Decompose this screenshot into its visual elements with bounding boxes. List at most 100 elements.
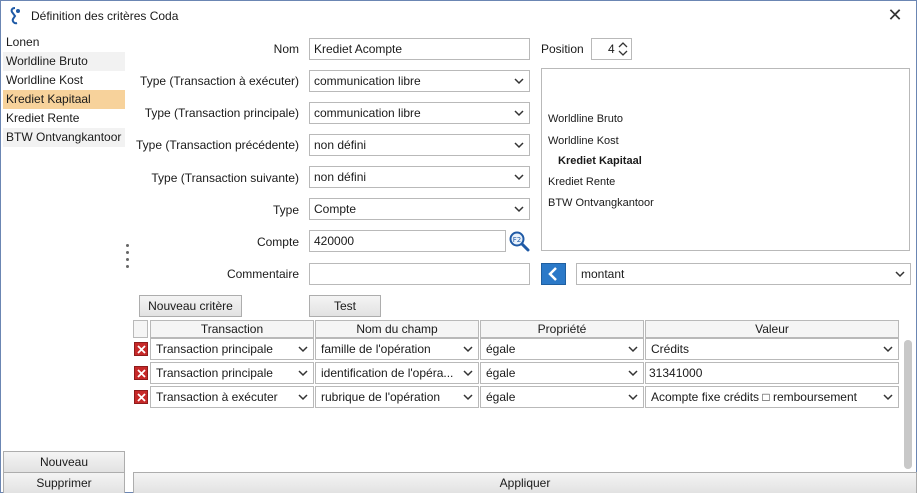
- delete-icon: [137, 369, 146, 378]
- close-button[interactable]: ✕: [884, 5, 906, 27]
- montant-select[interactable]: montant: [576, 263, 911, 285]
- delete-row-button[interactable]: [134, 342, 148, 356]
- chevron-down-icon: [628, 370, 638, 377]
- preview-item: Worldline Kost: [548, 135, 619, 147]
- grid-header-blank: [133, 320, 148, 338]
- preview-item: Worldline Bruto: [548, 113, 623, 125]
- row-valeur-select[interactable]: Crédits: [645, 338, 899, 360]
- apply-button[interactable]: Appliquer: [133, 472, 917, 493]
- new-button[interactable]: Nouveau: [3, 451, 125, 473]
- commentaire-label: Commentaire: [226, 267, 299, 281]
- chevron-down-icon: [883, 346, 893, 353]
- row-valeur-input[interactable]: 31341000: [645, 362, 899, 384]
- row-transaction-value: Transaction à exécuter: [156, 390, 278, 404]
- coda-app-icon: [10, 7, 20, 25]
- preview-item: Krediet Rente: [548, 176, 616, 188]
- chevron-down-icon: [463, 394, 473, 401]
- grid-header-transaction: Transaction: [150, 320, 314, 338]
- list-item[interactable]: Lonen: [3, 33, 125, 52]
- row-propriete-select[interactable]: égale: [480, 362, 644, 384]
- list-item-selected[interactable]: Krediet Kapitaal: [3, 90, 125, 109]
- type-principale-select[interactable]: communication libre: [309, 102, 530, 124]
- delete-row-button[interactable]: [134, 390, 148, 404]
- row-valeur-value: Crédits: [651, 342, 690, 356]
- chevron-down-icon: [883, 394, 893, 401]
- type-suivante-label: Type (Transaction suivante): [151, 171, 299, 185]
- row-propriete-value: égale: [486, 342, 516, 356]
- chevron-down-icon: [298, 394, 308, 401]
- chevron-down-icon: [463, 346, 473, 353]
- row-transaction-select[interactable]: Transaction à exécuter: [150, 386, 314, 408]
- list-item[interactable]: BTW Ontvangkantoor: [3, 128, 125, 147]
- delete-row-button[interactable]: [134, 366, 148, 380]
- chevron-down-icon: [514, 206, 524, 213]
- chevron-left-icon: [548, 267, 557, 281]
- chevron-down-icon: [514, 78, 524, 85]
- row-champ-value: identification de l'opéra...: [321, 366, 454, 380]
- grid-scrollbar[interactable]: [904, 340, 912, 469]
- row-propriete-select[interactable]: égale: [480, 338, 644, 360]
- type-principale-label: Type (Transaction principale): [144, 106, 299, 120]
- type-exec-select[interactable]: communication libre: [309, 70, 530, 92]
- row-valeur-value: Acompte fixe crédits □ remboursement: [651, 390, 857, 404]
- nom-label: Nom: [273, 42, 299, 56]
- compte-label: Compte: [256, 235, 299, 249]
- compte-input[interactable]: 420000: [309, 230, 506, 252]
- type-principale-value: communication libre: [314, 106, 421, 120]
- delete-button[interactable]: Supprimer: [3, 472, 125, 493]
- grid-header-propriete: Propriété: [480, 320, 644, 338]
- list-item[interactable]: Krediet Rente: [3, 109, 125, 128]
- coda-criteria-window: Définition des critères Coda ✕ Lonen Wor…: [0, 0, 917, 493]
- list-item[interactable]: Worldline Bruto: [3, 52, 125, 71]
- type-select[interactable]: Compte: [309, 198, 530, 220]
- row-transaction-select[interactable]: Transaction principale: [150, 338, 314, 360]
- list-item[interactable]: Worldline Kost: [3, 71, 125, 90]
- splitter-handle[interactable]: [126, 244, 130, 272]
- position-label: Position: [541, 42, 584, 56]
- row-champ-select[interactable]: famille de l'opération: [315, 338, 479, 360]
- row-transaction-select[interactable]: Transaction principale: [150, 362, 314, 384]
- type-suivante-select[interactable]: non défini: [309, 166, 530, 188]
- position-value: 4: [608, 42, 615, 56]
- row-propriete-value: égale: [486, 366, 516, 380]
- position-stepper[interactable]: 4: [591, 38, 632, 60]
- grid-header-champ: Nom du champ: [315, 320, 479, 338]
- delete-icon: [137, 393, 146, 402]
- chevron-down-icon: [514, 142, 524, 149]
- type-precedente-select[interactable]: non défini: [309, 134, 530, 156]
- row-champ-select[interactable]: rubrique de l'opération: [315, 386, 479, 408]
- test-button[interactable]: Test: [309, 295, 381, 317]
- chevron-down-icon: [895, 271, 905, 278]
- window-title: Définition des critères Coda: [31, 9, 179, 23]
- commentaire-input[interactable]: [309, 263, 530, 285]
- stepper-arrows-icon[interactable]: [618, 41, 628, 57]
- new-criterion-button[interactable]: Nouveau critère: [139, 295, 242, 317]
- preview-item-current: Krediet Kapitaal: [558, 155, 642, 167]
- row-propriete-value: égale: [486, 390, 516, 404]
- chevron-down-icon: [628, 394, 638, 401]
- grid-header-valeur: Valeur: [645, 320, 899, 338]
- row-transaction-value: Transaction principale: [156, 342, 273, 356]
- preview-item: BTW Ontvangkantoor: [548, 197, 654, 209]
- row-transaction-value: Transaction principale: [156, 366, 273, 380]
- title-bar: Définition des critères Coda ✕: [1, 1, 916, 31]
- type-exec-label: Type (Transaction à exécuter): [140, 74, 299, 88]
- search-icon[interactable]: F2: [508, 230, 530, 252]
- chevron-down-icon: [298, 370, 308, 377]
- delete-icon: [137, 345, 146, 354]
- row-champ-select[interactable]: identification de l'opéra...: [315, 362, 479, 384]
- chevron-down-icon: [514, 174, 524, 181]
- insert-field-button[interactable]: [541, 263, 566, 285]
- row-propriete-select[interactable]: égale: [480, 386, 644, 408]
- type-suivante-value: non défini: [314, 170, 367, 184]
- nom-input[interactable]: Krediet Acompte: [309, 38, 530, 60]
- row-champ-value: rubrique de l'opération: [321, 390, 441, 404]
- scrollbar-thumb[interactable]: [904, 340, 912, 469]
- criteria-list: Lonen Worldline Bruto Worldline Kost Kre…: [3, 33, 125, 147]
- chevron-down-icon: [298, 346, 308, 353]
- type-exec-value: communication libre: [314, 74, 421, 88]
- chevron-down-icon: [463, 370, 473, 377]
- position-preview: Worldline Bruto Worldline Kost Krediet K…: [541, 68, 910, 251]
- row-valeur-select[interactable]: Acompte fixe crédits □ remboursement: [645, 386, 899, 408]
- type-label: Type: [272, 203, 299, 217]
